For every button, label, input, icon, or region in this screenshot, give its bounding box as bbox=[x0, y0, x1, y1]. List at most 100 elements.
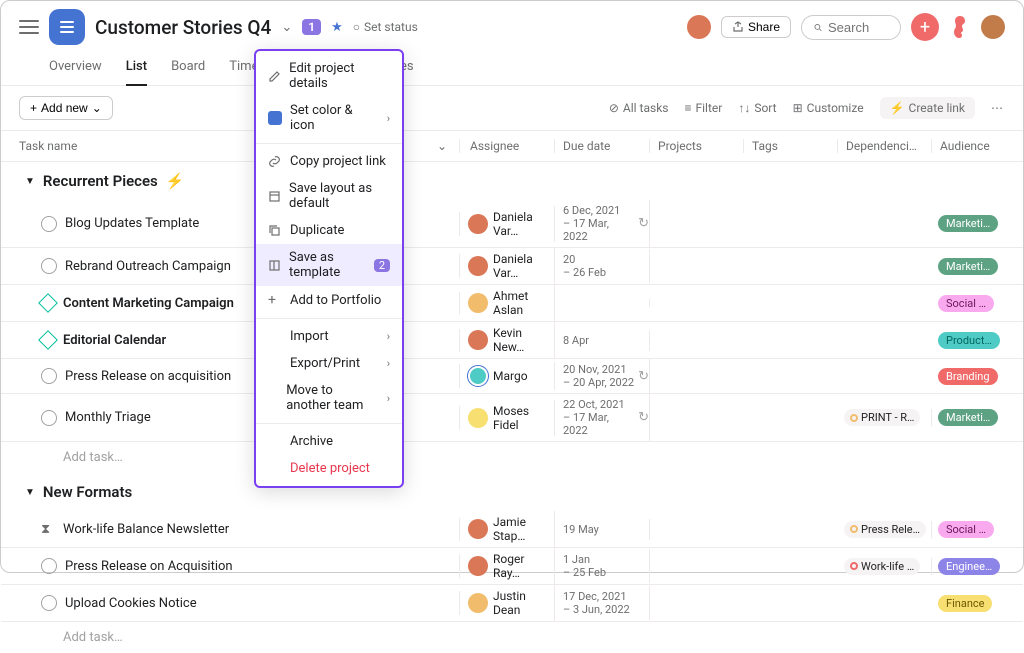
task-row[interactable]: Monthly TriageMoses Fidel22 Oct, 2021– 1… bbox=[1, 394, 1023, 442]
check-circle-icon[interactable] bbox=[41, 216, 57, 232]
recurring-icon: ↻ bbox=[638, 216, 649, 231]
task-row[interactable]: Press Release on AcquisitionRoger Ray…1 … bbox=[1, 548, 1023, 585]
assignee-avatar[interactable] bbox=[468, 366, 488, 386]
check-circle-icon[interactable] bbox=[41, 368, 57, 384]
add-new-button[interactable]: + Add new ⌄ bbox=[19, 96, 113, 120]
menu-item-archive[interactable]: Archive bbox=[256, 428, 402, 455]
project-actions-menu: Edit project detailsSet color & icon› Cop… bbox=[254, 49, 404, 488]
assignee-avatar[interactable] bbox=[468, 330, 488, 350]
menu-item-save-layout-as-default[interactable]: Save layout as default bbox=[256, 175, 402, 217]
share-button[interactable]: Share bbox=[721, 16, 791, 38]
star-icon[interactable]: ★ bbox=[331, 20, 343, 35]
hourglass-icon: ⧗ bbox=[41, 522, 55, 537]
set-status-button[interactable]: ○ Set status bbox=[353, 20, 418, 34]
assignee-avatar[interactable] bbox=[468, 256, 488, 276]
menu-item-delete-project[interactable]: Delete project bbox=[256, 455, 402, 482]
assignee-avatar[interactable] bbox=[468, 408, 488, 428]
due-date: 17 Dec, 2021– 3 Jun, 2022 bbox=[563, 590, 630, 616]
tab-overview[interactable]: Overview bbox=[49, 53, 102, 85]
member-avatar[interactable] bbox=[687, 15, 711, 39]
section-header[interactable]: ▼ Recurrent Pieces ⚡ bbox=[1, 162, 1023, 200]
column-headers: Task name⌄ Assignee Due date Projects Ta… bbox=[1, 131, 1023, 162]
tab-board[interactable]: Board bbox=[171, 53, 205, 85]
add-task-button[interactable]: Add task… bbox=[1, 442, 1023, 473]
task-row[interactable]: ⧗Work-life Balance NewsletterJamie Stap…… bbox=[1, 511, 1023, 548]
audience-pill[interactable]: Social … bbox=[938, 295, 994, 312]
menu-item-set-color-icon[interactable]: Set color & icon› bbox=[256, 97, 402, 139]
check-circle-icon[interactable] bbox=[41, 258, 57, 274]
chevron-right-icon: › bbox=[387, 112, 390, 125]
duplicate-icon bbox=[268, 224, 282, 237]
menu-item-copy-project-link[interactable]: Copy project link bbox=[256, 148, 402, 175]
audience-pill[interactable]: Branding bbox=[938, 368, 998, 385]
menu-item-move-to-another-team[interactable]: Move to another team› bbox=[256, 377, 402, 419]
assignee-avatar[interactable] bbox=[468, 214, 488, 234]
user-avatar[interactable] bbox=[981, 15, 1005, 39]
menu-toggle[interactable] bbox=[19, 20, 39, 34]
chevron-down-icon[interactable]: ⌄ bbox=[437, 139, 447, 153]
menu-item-import[interactable]: Import› bbox=[256, 323, 402, 350]
chevron-right-icon: › bbox=[387, 392, 390, 405]
milestone-icon[interactable] bbox=[38, 330, 58, 350]
check-circle-icon[interactable] bbox=[41, 558, 57, 574]
sort-button[interactable]: ↑↓ Sort bbox=[738, 101, 776, 115]
assignee-name: Jamie Stap… bbox=[493, 515, 554, 543]
project-tabs: OverviewListBoardTimelineMessagesFiles bbox=[1, 53, 1023, 86]
global-add-button[interactable]: + bbox=[911, 13, 939, 41]
audience-pill[interactable]: Marketi… bbox=[938, 215, 998, 232]
due-date: 6 Dec, 2021– 17 Mar, 2022 bbox=[563, 204, 634, 243]
dependency-pill[interactable]: Press Rele… bbox=[844, 521, 926, 538]
task-row[interactable]: Blog Updates TemplateDaniela Var…6 Dec, … bbox=[1, 200, 1023, 248]
color-icon bbox=[268, 111, 282, 125]
search-icon bbox=[814, 21, 822, 34]
menu-item-add-to-portfolio[interactable]: +Add to Portfolio bbox=[256, 286, 402, 314]
menu-item-save-as-template[interactable]: Save as template2 bbox=[256, 244, 402, 286]
assignee-avatar[interactable] bbox=[468, 519, 488, 539]
audience-pill[interactable]: Marketi… bbox=[938, 258, 998, 275]
task-row[interactable]: Upload Cookies NoticeJustin Dean17 Dec, … bbox=[1, 585, 1023, 622]
section-header[interactable]: ▼ New Formats bbox=[1, 473, 1023, 511]
add-task-button[interactable]: Add task… bbox=[1, 622, 1023, 653]
all-tasks-filter[interactable]: ⊘ All tasks bbox=[609, 101, 669, 115]
chevron-right-icon: › bbox=[387, 330, 390, 343]
task-row[interactable]: Editorial CalendarKevin New…8 AprProduct… bbox=[1, 322, 1023, 359]
audience-pill[interactable]: Finance bbox=[938, 595, 992, 612]
task-name: Press Release on acquisition bbox=[65, 369, 231, 384]
milestone-icon[interactable] bbox=[38, 293, 58, 313]
dependency-pill[interactable]: Work-life … bbox=[844, 558, 920, 575]
task-row[interactable]: Content Marketing CampaignAhmet AslanSoc… bbox=[1, 285, 1023, 322]
dependency-pill[interactable]: PRINT - R… bbox=[844, 409, 920, 426]
assignee-name: Ahmet Aslan bbox=[493, 289, 554, 317]
recurring-icon: ↻ bbox=[638, 369, 649, 384]
check-circle-icon[interactable] bbox=[41, 595, 57, 611]
audience-pill[interactable]: Marketi… bbox=[938, 409, 998, 426]
assignee-avatar[interactable] bbox=[468, 556, 488, 576]
menu-item-edit-project-details[interactable]: Edit project details bbox=[256, 55, 402, 97]
project-icon bbox=[49, 9, 85, 45]
filter-button[interactable]: ≡ Filter bbox=[684, 101, 722, 115]
recurring-icon: ↻ bbox=[638, 410, 649, 425]
due-date: 1 Jan– 25 Feb bbox=[563, 553, 606, 579]
search-input[interactable] bbox=[801, 15, 901, 40]
badge: 2 bbox=[374, 259, 390, 272]
check-circle-icon[interactable] bbox=[41, 410, 57, 426]
project-dropdown-trigger[interactable]: ⌄ bbox=[281, 20, 292, 35]
link-icon bbox=[268, 155, 282, 168]
task-row[interactable]: Press Release on acquisitionMargo20 Nov,… bbox=[1, 359, 1023, 394]
task-row[interactable]: Rebrand Outreach CampaignDaniela Var…20–… bbox=[1, 248, 1023, 285]
assignee-avatar[interactable] bbox=[468, 593, 488, 613]
task-name: Editorial Calendar bbox=[63, 333, 166, 348]
menu-item-export-print[interactable]: Export/Print› bbox=[256, 350, 402, 377]
more-options[interactable]: ⋯ bbox=[991, 101, 1005, 115]
customize-button[interactable]: ⊞ Customize bbox=[793, 101, 864, 115]
audience-pill[interactable]: Product… bbox=[938, 332, 1000, 349]
plus-icon: + bbox=[268, 292, 282, 308]
create-link-button[interactable]: ⚡ Create link bbox=[880, 97, 975, 119]
due-date: 19 May bbox=[563, 523, 599, 536]
assignee-avatar[interactable] bbox=[468, 293, 488, 313]
tab-list[interactable]: List bbox=[126, 53, 147, 86]
audience-pill[interactable]: Enginee… bbox=[938, 558, 1000, 575]
menu-item-duplicate[interactable]: Duplicate bbox=[256, 217, 402, 244]
task-name: Blog Updates Template bbox=[65, 216, 199, 231]
audience-pill[interactable]: Social … bbox=[938, 521, 994, 538]
